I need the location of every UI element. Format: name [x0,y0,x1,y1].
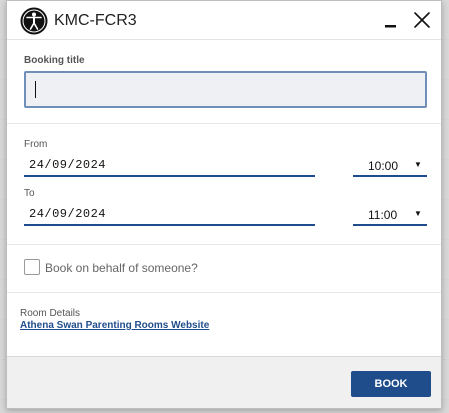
on-behalf-checkbox[interactable] [24,259,40,275]
to-date-field[interactable]: 24/09/2024 [24,204,315,226]
minimize-icon[interactable] [382,11,402,31]
from-time-select[interactable]: 10:00 ▼ [353,155,427,177]
divider [7,292,441,293]
chevron-down-icon: ▼ [414,160,422,169]
room-details-label: Room Details [20,308,81,319]
on-behalf-label: Book on behalf of someone? [45,261,198,275]
to-time-value: 11:00 [368,208,398,222]
divider [7,123,441,124]
from-date-value: 24/09/2024 [29,158,107,172]
close-icon[interactable] [412,10,432,30]
accessibility-person-icon [20,7,48,35]
dialog-title: KMC-FCR3 [54,12,137,29]
divider [7,244,441,245]
text-caret [35,81,36,98]
to-label: To [24,188,35,199]
dialog-footer: BOOK [7,356,441,408]
from-time-value: 10:00 [368,159,399,173]
from-date-field[interactable]: 24/09/2024 [24,155,315,177]
from-label: From [24,139,48,150]
room-website-link[interactable]: Athena Swan Parenting Rooms Website [20,320,209,331]
booking-title-label: Booking title [24,55,85,66]
booking-title-input[interactable] [24,71,427,108]
to-date-value: 24/09/2024 [29,207,107,221]
booking-dialog: KMC-FCR3 Booking title From 24/09/2024 1… [6,0,442,409]
chevron-down-icon: ▼ [414,209,422,218]
dialog-header: KMC-FCR3 [7,1,441,40]
book-button[interactable]: BOOK [351,371,431,397]
to-time-select[interactable]: 11:00 ▼ [353,204,427,226]
